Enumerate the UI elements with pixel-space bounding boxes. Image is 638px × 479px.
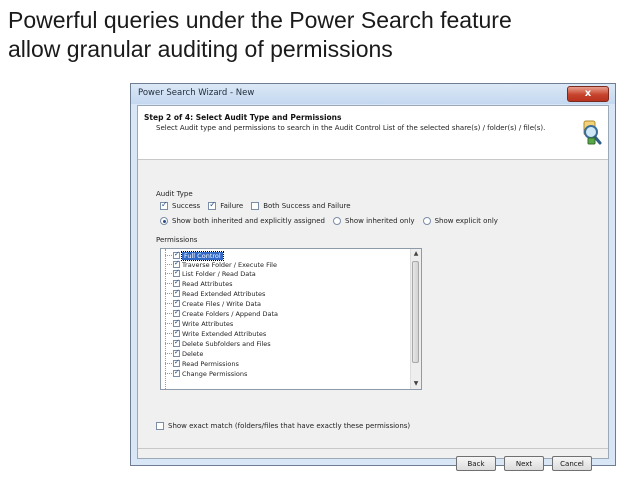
show-inherited-radio[interactable]	[332, 217, 341, 225]
failure-checkbox[interactable]	[208, 200, 217, 210]
permission-label: Create Folders / Append Data	[182, 309, 278, 318]
permission-checkbox[interactable]	[173, 338, 180, 347]
footer-divider	[138, 448, 608, 449]
close-icon: x	[584, 88, 592, 99]
permission-checkbox[interactable]	[173, 268, 180, 277]
permission-checkbox[interactable]	[173, 348, 180, 357]
slide-title-line-1: Powerful queries under the Power Search …	[8, 7, 512, 33]
scroll-down-icon[interactable]: ▼	[411, 379, 421, 389]
permission-item[interactable]: Delete	[165, 348, 204, 358]
cancel-button[interactable]: Cancel	[552, 456, 592, 471]
window-title: Power Search Wizard - New	[138, 88, 255, 98]
inheritance-radios: Show both inherited and explicitly assig…	[160, 217, 498, 225]
wizard-client-area: Step 2 of 4: Select Audit Type and Permi…	[137, 105, 609, 471]
both-success-failure-checkbox[interactable]	[251, 202, 260, 210]
permission-label: Delete	[182, 349, 204, 358]
wizard-header: Step 2 of 4: Select Audit Type and Permi…	[138, 106, 608, 160]
magnifier-lock-icon	[583, 120, 602, 145]
permission-checkbox[interactable]	[173, 368, 180, 377]
exact-match-checkbox[interactable]	[156, 422, 164, 430]
permission-item[interactable]: Write Attributes	[165, 318, 234, 328]
close-button[interactable]: x	[567, 86, 609, 102]
permission-label: Write Extended Attributes	[182, 329, 267, 338]
permission-item[interactable]: List Folder / Read Data	[165, 268, 256, 278]
permission-label: Traverse Folder / Execute File	[182, 260, 277, 269]
show-both-label: Show both inherited and explicitly assig…	[172, 217, 325, 225]
permission-label: List Folder / Read Data	[182, 269, 256, 278]
permission-label: Read Attributes	[182, 279, 233, 288]
permission-checkbox[interactable]	[173, 288, 180, 297]
permission-item[interactable]: Write Extended Attributes	[165, 328, 267, 338]
success-checkbox[interactable]	[160, 200, 168, 210]
permission-item[interactable]: Read Permissions	[165, 358, 239, 368]
permission-checkbox[interactable]	[173, 358, 180, 367]
permission-checkbox[interactable]	[173, 259, 180, 268]
exact-match-row: Show exact match (folders/files that hav…	[156, 422, 410, 430]
permission-label: Full Control	[181, 250, 224, 261]
permission-label: Read Extended Attributes	[182, 289, 266, 298]
both-success-failure-label: Both Success and Failure	[263, 202, 351, 210]
permissions-label: Permissions	[156, 236, 198, 244]
permission-label: Write Attributes	[182, 319, 234, 328]
failure-label: Failure	[220, 202, 244, 210]
power-search-wizard-window: Power Search Wizard - New x Step 2 of 4:…	[130, 83, 616, 471]
permission-item[interactable]: Change Permissions	[165, 368, 248, 378]
slide-title: Powerful queries under the Power Search …	[8, 6, 628, 64]
permission-checkbox[interactable]	[173, 328, 180, 337]
tree-connector	[165, 249, 166, 389]
permission-checkbox[interactable]	[173, 308, 180, 317]
permissions-tree[interactable]: Full Control Traverse Folder / Execute F…	[160, 248, 422, 390]
show-both-radio[interactable]	[160, 217, 168, 225]
back-button[interactable]: Back	[456, 456, 496, 471]
next-button[interactable]: Next	[504, 456, 544, 471]
window-titlebar[interactable]: Power Search Wizard - New x	[131, 84, 615, 104]
permission-checkbox[interactable]	[173, 278, 180, 287]
permission-item[interactable]: Create Folders / Append Data	[165, 308, 278, 318]
permission-item[interactable]: Read Attributes	[165, 278, 233, 288]
permission-item[interactable]: Read Extended Attributes	[165, 288, 266, 298]
permission-checkbox[interactable]	[173, 250, 180, 259]
permission-label: Create Files / Write Data	[182, 299, 261, 308]
scroll-up-icon[interactable]: ▲	[411, 249, 421, 259]
success-label: Success	[172, 202, 201, 210]
step-description: Select Audit type and permissions to sea…	[156, 124, 546, 132]
step-title: Step 2 of 4: Select Audit Type and Permi…	[144, 113, 342, 122]
permission-label: Delete Subfolders and Files	[182, 339, 271, 348]
permission-checkbox[interactable]	[173, 318, 180, 327]
show-inherited-label: Show inherited only	[344, 217, 415, 225]
permission-item[interactable]: Full Control	[165, 250, 224, 261]
audit-type-label: Audit Type	[156, 190, 193, 198]
audit-type-checkboxes: Success Failure Both Success and Failure	[160, 200, 351, 210]
show-explicit-radio[interactable]	[422, 217, 431, 225]
permission-item[interactable]: Traverse Folder / Execute File	[165, 259, 277, 269]
permission-label: Read Permissions	[182, 359, 239, 368]
permission-item[interactable]: Create Files / Write Data	[165, 298, 261, 308]
permission-checkbox[interactable]	[173, 298, 180, 307]
slide-title-line-2: allow granular auditing of permissions	[8, 36, 393, 62]
permission-label: Change Permissions	[182, 369, 248, 378]
show-explicit-label: Show explicit only	[434, 217, 498, 225]
scroll-thumb[interactable]	[412, 261, 419, 363]
exact-match-label: Show exact match (folders/files that hav…	[168, 422, 411, 430]
permission-item[interactable]: Delete Subfolders and Files	[165, 338, 271, 348]
permissions-scrollbar[interactable]: ▲ ▼	[410, 249, 421, 389]
